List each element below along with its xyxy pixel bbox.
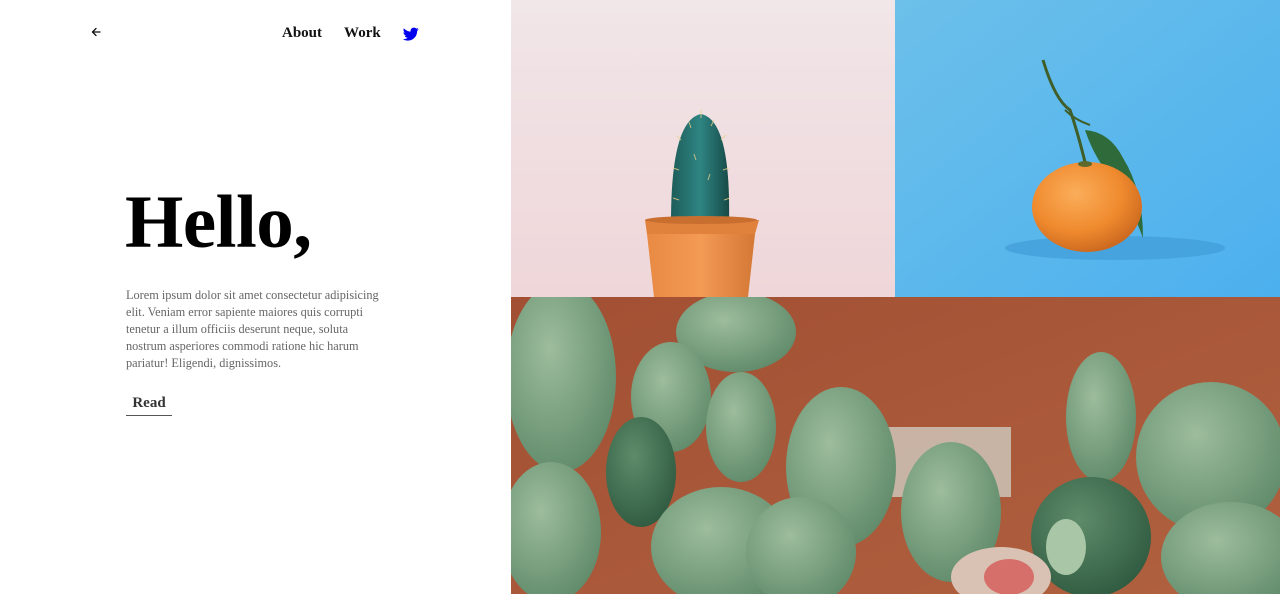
twitter-link[interactable] — [402, 26, 419, 42]
read-button[interactable]: Read — [126, 393, 172, 416]
twitter-icon — [402, 27, 419, 41]
cactus-photo — [511, 0, 895, 297]
arrow-left-icon — [91, 27, 101, 37]
intro-panel: About Work Hello, Lorem ipsum dolor sit … — [0, 0, 510, 594]
nav-link-about[interactable]: About — [282, 23, 322, 43]
back-button[interactable] — [88, 23, 106, 41]
hero-description: Lorem ipsum dolor sit amet consectetur a… — [126, 288, 379, 370]
orange-photo — [895, 0, 1280, 297]
hero-title: Hello, — [125, 181, 312, 264]
prickly-pear-photo — [511, 297, 1280, 594]
top-nav: About Work — [282, 23, 419, 43]
nav-link-work[interactable]: Work — [344, 23, 381, 43]
